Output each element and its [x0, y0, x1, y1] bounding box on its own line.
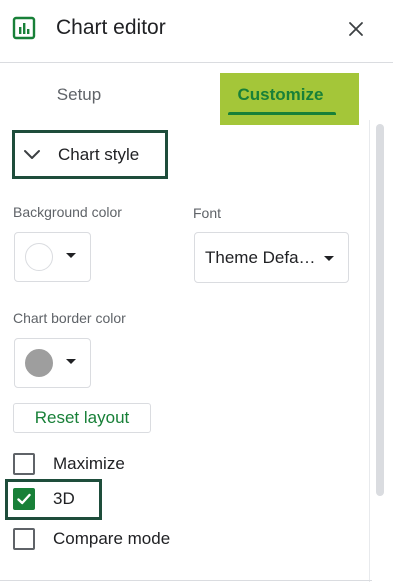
check-icon	[17, 493, 31, 505]
chart-border-color-picker[interactable]	[14, 338, 91, 388]
compare-mode-checkbox[interactable]	[13, 528, 35, 550]
dropdown-arrow-icon	[66, 253, 76, 258]
checkbox-label: Maximize	[53, 454, 125, 473]
panel-divider	[369, 120, 370, 582]
maximize-checkbox[interactable]	[13, 453, 35, 475]
close-icon	[349, 22, 363, 36]
3d-checkbox-row[interactable]: 3D	[13, 487, 75, 511]
font-label: Font	[193, 205, 222, 221]
color-swatch	[25, 349, 53, 377]
chevron-down-icon	[24, 149, 40, 159]
dropdown-arrow-icon	[66, 359, 76, 364]
checkbox-label: Compare mode	[53, 529, 171, 548]
chart-editor-icon	[12, 16, 36, 40]
active-tab-indicator	[228, 112, 336, 115]
color-swatch	[25, 243, 53, 271]
font-value: Theme Defa…	[205, 248, 316, 267]
chart-style-section-header[interactable]: Chart style	[12, 130, 168, 179]
checkbox-label: 3D	[53, 489, 75, 508]
section-title: Chart style	[58, 144, 140, 164]
3d-checkbox[interactable]	[13, 488, 35, 510]
header-divider	[0, 62, 393, 63]
reset-layout-button[interactable]: Reset layout	[13, 403, 151, 433]
page-title: Chart editor	[56, 16, 166, 39]
chart-border-color-label: Chart border color	[13, 310, 126, 326]
scrollbar-thumb[interactable]	[376, 124, 384, 496]
compare-mode-checkbox-row[interactable]: Compare mode	[13, 527, 170, 551]
background-color-label: Background color	[13, 204, 122, 220]
font-select[interactable]: Theme Defa…	[194, 232, 349, 283]
tab-setup[interactable]: Setup	[24, 78, 134, 112]
tab-customize[interactable]: Customize	[224, 78, 337, 112]
panel-bottom-divider	[0, 580, 372, 581]
close-button[interactable]	[342, 15, 370, 43]
dropdown-arrow-icon	[324, 256, 334, 261]
maximize-checkbox-row[interactable]: Maximize	[13, 452, 125, 476]
background-color-picker[interactable]	[14, 232, 91, 282]
